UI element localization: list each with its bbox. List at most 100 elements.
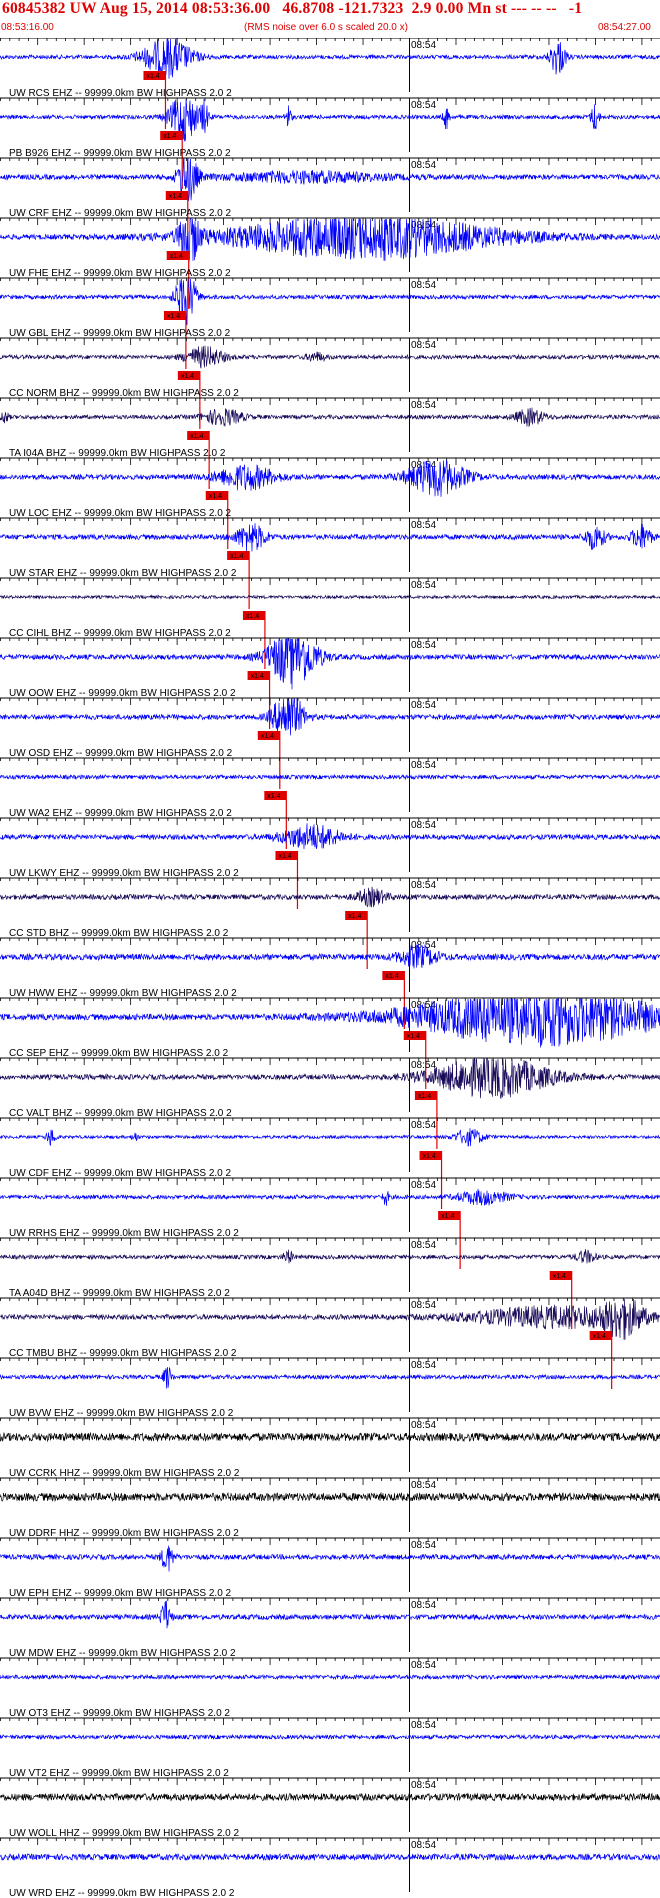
time-ticks	[0, 698, 652, 705]
waveform	[0, 459, 660, 497]
time-ticks	[0, 1238, 652, 1245]
trace-row: 08:54 UW WOLL HHZ -- 99999.0km BW HIGHPAS…	[0, 1777, 660, 1839]
trace-label: CC STD BHZ -- 99999.0km BW HIGHPASS 2.0 …	[9, 928, 229, 939]
time-ticks	[0, 578, 652, 585]
time-ticks	[0, 278, 652, 285]
waveform	[0, 698, 660, 736]
waveform	[0, 638, 660, 690]
minute-label: 08:54	[411, 1660, 436, 1671]
waveform	[0, 278, 660, 326]
time-ticks	[0, 818, 652, 825]
trace-label: UW HWW EHZ -- 99999.0km BW HIGHPASS 2.0 …	[9, 988, 237, 999]
trace-row: 08:54 x1.4 CC NORM BHZ -- 99999.0km BW HIG…	[0, 337, 660, 429]
pick-label: x1.4	[418, 1093, 431, 1100]
minute-label: 08:54	[411, 1240, 436, 1251]
minute-label: 08:54	[411, 1780, 436, 1791]
minute-label: 08:54	[411, 1180, 436, 1191]
pick-label: x1.4	[167, 313, 180, 320]
trace-row: 08:54 x1.4 UW RCS EHZ -- 99999.0km BW HIGH…	[0, 38, 660, 129]
waveform	[0, 1298, 660, 1340]
minute-label: 08:54	[411, 40, 436, 51]
trace-label: CC TMBU BHZ -- 99999.0km BW HIGHPASS 2.0…	[9, 1348, 237, 1359]
trace-label: UW WRD EHZ -- 99999.0km BW HIGHPASS 2.0 …	[9, 1888, 235, 1898]
waveform	[0, 1058, 660, 1099]
minute-label: 08:54	[411, 700, 436, 711]
trace-label: UW GBL EHZ -- 99999.0km BW HIGHPASS 2.0 …	[9, 328, 231, 339]
waveform	[0, 98, 660, 142]
waveform	[0, 944, 660, 969]
trace-label: CC VALT BHZ -- 99999.0km BW HIGHPASS 2.0…	[9, 1108, 232, 1119]
time-ticks	[0, 638, 652, 645]
time-ticks	[0, 1778, 652, 1785]
pick-label: x1.4	[348, 913, 361, 920]
minute-label: 08:54	[411, 880, 436, 891]
waveform	[0, 1673, 660, 1681]
waveform	[0, 38, 660, 79]
minute-label: 08:54	[411, 100, 436, 111]
trace-label: UW WOLL HHZ -- 99999.0km BW HIGHPASS 2.0…	[9, 1828, 239, 1839]
trace-row: 08:54 UW BVW EHZ -- 99999.0km BW HIGHPASS…	[0, 1357, 660, 1419]
waveform	[0, 1852, 660, 1862]
time-ticks	[0, 98, 652, 105]
pick-label: x1.4	[146, 73, 159, 80]
minute-label: 08:54	[411, 820, 436, 831]
waveform	[0, 1367, 660, 1389]
pick-label: x1.4	[251, 673, 264, 680]
time-ticks	[0, 878, 652, 885]
minute-label: 08:54	[411, 580, 436, 591]
pick-label: x1.4	[385, 973, 398, 980]
pick-label: x1.4	[163, 133, 176, 140]
waveform	[0, 523, 660, 552]
trace-row: 08:54 x1.4 UW GBL EHZ -- 99999.0km BW HIGH…	[0, 277, 660, 369]
waveform	[0, 1600, 660, 1629]
waveform	[0, 345, 660, 369]
minute-label: 08:54	[411, 1480, 436, 1491]
trace-label: UW VT2 EHZ -- 99999.0km BW HIGHPASS 2.0 …	[9, 1768, 229, 1779]
minute-label: 08:54	[411, 940, 436, 951]
trace-label: UW DDRF HHZ -- 99999.0km BW HIGHPASS 2.0…	[9, 1528, 239, 1539]
trace-label: UW MDW EHZ -- 99999.0km BW HIGHPASS 2.0 …	[9, 1648, 236, 1659]
time-ticks	[0, 1478, 652, 1485]
trace-label: UW CDF EHZ -- 99999.0km BW HIGHPASS 2.0 …	[9, 1168, 232, 1179]
pick-label: x1.4	[209, 493, 222, 500]
waveform	[0, 1733, 660, 1741]
minute-label: 08:54	[411, 160, 436, 171]
minute-label: 08:54	[411, 520, 436, 531]
pick-label: x1.4	[181, 373, 194, 380]
trace-label: PB B926 EHZ -- 99999.0km BW HIGHPASS 2.0…	[9, 148, 231, 159]
waveform	[0, 1431, 660, 1443]
time-ticks	[0, 1718, 652, 1725]
trace-label: CC CIHL BHZ -- 99999.0km BW HIGHPASS 2.0…	[9, 628, 231, 639]
trace-row: 08:54 UW EPH EHZ -- 99999.0km BW HIGHPASS…	[0, 1537, 660, 1599]
time-ticks	[0, 1598, 652, 1605]
waveform	[0, 1128, 660, 1147]
pick-label: x1.4	[407, 1033, 420, 1040]
pick-label: x1.4	[267, 793, 280, 800]
waveform	[0, 997, 660, 1048]
trace-label: UW RRHS EHZ -- 99999.0km BW HIGHPASS 2.0…	[9, 1228, 239, 1239]
pick-label: x1.4	[246, 613, 259, 620]
waveform	[0, 158, 660, 201]
time-ticks	[0, 1118, 652, 1125]
pick-label: x1.4	[423, 1153, 436, 1160]
minute-label: 08:54	[411, 1600, 436, 1611]
time-ticks	[0, 38, 652, 45]
pick-label: x1.4	[190, 433, 203, 440]
time-ticks	[0, 938, 652, 945]
trace-label: UW CCRK HHZ -- 99999.0km BW HIGHPASS 2.0…	[9, 1468, 240, 1479]
trace-label: CC SEP EHZ -- 99999.0km BW HIGHPASS 2.0 …	[9, 1048, 229, 1059]
waveform	[0, 773, 660, 781]
pick-label: x1.4	[230, 553, 243, 560]
time-ticks	[0, 458, 652, 465]
time-ticks	[0, 518, 652, 525]
time-ticks	[0, 1418, 652, 1425]
trace-label: UW LKWY EHZ -- 99999.0km BW HIGHPASS 2.0…	[9, 868, 239, 879]
minute-label: 08:54	[411, 1720, 436, 1731]
plot-header: 60845382 UW Aug 15, 2014 08:53:36.00 46.…	[0, 0, 660, 38]
trace-row: 08:54 x1.4 TA I04A BHZ -- 99999.0km BW HIG…	[0, 397, 660, 489]
waveform	[0, 823, 660, 850]
trace-row: 08:54 x1.4 UW FHE EHZ -- 99999.0km BW HIGH…	[0, 217, 660, 309]
waveform	[0, 1491, 660, 1503]
minute-label: 08:54	[411, 640, 436, 651]
trace-row: 08:54 x1.4 UW CDF EHZ -- 99999.0km BW HIGH…	[0, 1117, 660, 1209]
